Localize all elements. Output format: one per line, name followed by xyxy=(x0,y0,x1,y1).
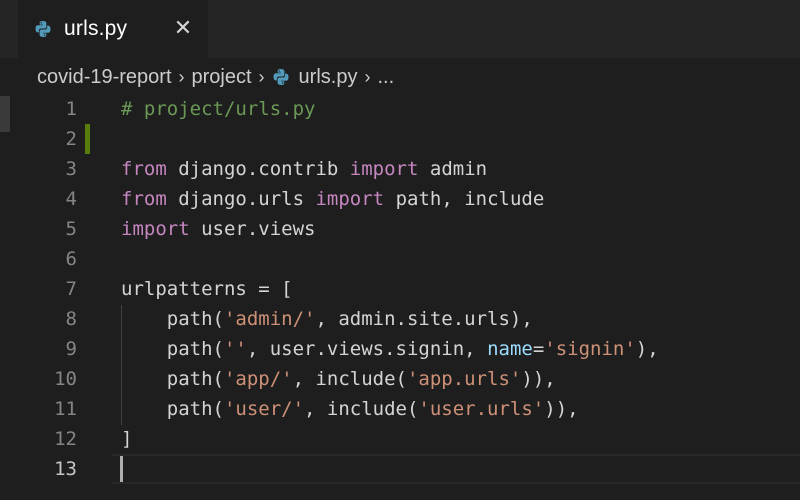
code-token: from xyxy=(121,158,167,180)
breadcrumb-item-folder[interactable]: covid-19-report xyxy=(37,66,172,89)
code-token: ), xyxy=(635,338,659,360)
line-number: 2 xyxy=(65,128,77,150)
code-text: # project/urls.py xyxy=(121,94,315,124)
line-number: 13 xyxy=(54,458,77,480)
code-token: # project/urls.py xyxy=(121,98,316,120)
code-text: ] xyxy=(121,424,132,454)
line-number: 3 xyxy=(65,158,77,180)
line-number: 11 xyxy=(54,398,77,420)
code-token: , user.views.signin, xyxy=(246,338,488,360)
code-token: , include( xyxy=(304,398,419,420)
code-token: , admin.site.urls), xyxy=(315,308,533,330)
code-line[interactable]: 12] xyxy=(0,424,800,454)
tab-title: urls.py xyxy=(64,17,128,40)
code-token: path, include xyxy=(384,188,545,210)
code-text: path('', user.views.signin, name='signin… xyxy=(121,334,659,364)
code-token: )), xyxy=(544,398,579,420)
chevron-right-icon: › xyxy=(258,66,265,87)
code-token: 'app.urls' xyxy=(406,368,522,390)
code-token: name xyxy=(487,338,533,360)
modified-line-marker xyxy=(85,124,90,154)
code-token: path( xyxy=(121,368,224,390)
breadcrumb-file-label: urls.py xyxy=(298,65,358,88)
code-token: '' xyxy=(223,338,247,360)
python-file-icon xyxy=(272,68,290,86)
line-number: 12 xyxy=(54,428,77,450)
code-token: 'admin/' xyxy=(223,308,316,330)
code-text: from django.contrib import admin xyxy=(121,154,487,184)
tab-urls-py[interactable]: urls.py ✕ xyxy=(18,0,208,58)
chevron-right-icon: › xyxy=(364,66,371,87)
breadcrumb: covid-19-report › project › urls.py › ..… xyxy=(0,58,800,96)
code-token: path( xyxy=(121,398,224,420)
line-number: 10 xyxy=(54,368,77,390)
code-line[interactable]: 5 import user.views xyxy=(0,214,800,244)
line-number: 1 xyxy=(65,98,77,120)
code-line[interactable]: 10 path('app/', include('app.urls')), xyxy=(0,364,800,394)
code-token: ] xyxy=(121,428,133,450)
code-token: = xyxy=(532,338,545,360)
line-number: 9 xyxy=(65,338,77,360)
code-text: path('app/', include('app.urls')), xyxy=(121,364,556,394)
code-token: admin xyxy=(418,158,488,180)
code-line[interactable]: 1 # project/urls.py xyxy=(0,94,800,124)
breadcrumb-item-symbols[interactable]: ... xyxy=(377,66,394,89)
code-token: 'signin' xyxy=(544,338,636,360)
code-token: 'user.urls' xyxy=(418,398,545,420)
code-token: django.urls xyxy=(166,188,316,210)
code-line[interactable]: 8 path('admin/', admin.site.urls), xyxy=(0,304,800,334)
code-text: path('user/', include('user.urls')), xyxy=(121,394,579,424)
code-line[interactable]: 3 from django.contrib import admin xyxy=(0,154,800,184)
breadcrumb-item-file[interactable]: urls.py xyxy=(272,65,358,89)
breadcrumb-item-project[interactable]: project xyxy=(192,66,252,89)
code-token: 'app/' xyxy=(223,368,293,390)
line-number: 4 xyxy=(65,188,77,210)
code-token: )), xyxy=(521,368,556,390)
code-token: from xyxy=(121,188,167,210)
line-number: 7 xyxy=(65,278,77,300)
code-token: 'user/' xyxy=(223,398,305,420)
code-token: path( xyxy=(121,308,224,330)
code-token: user.views xyxy=(189,218,316,240)
code-line[interactable]: 4 from django.urls import path, include xyxy=(0,184,800,214)
code-text: urlpatterns = [ xyxy=(121,274,293,304)
code-area[interactable]: 1 # project/urls.py 2 3 from django.contrib … xyxy=(0,95,800,500)
code-token: import xyxy=(121,218,190,240)
code-text: path('admin/', admin.site.urls), xyxy=(121,304,533,334)
code-line[interactable]: 7 urlpatterns = [ xyxy=(0,274,800,304)
code-line[interactable]: 6 xyxy=(0,244,800,274)
line-number: 6 xyxy=(65,248,77,270)
code-token: import xyxy=(349,158,419,180)
close-icon[interactable]: ✕ xyxy=(172,17,194,39)
line-number: 5 xyxy=(65,218,77,240)
code-token: urlpatterns = [ xyxy=(121,278,293,300)
code-text: import user.views xyxy=(121,214,315,244)
python-file-icon xyxy=(34,20,52,38)
code-line[interactable]: 13 xyxy=(0,454,800,484)
tab-bar: urls.py ✕ xyxy=(0,0,800,58)
code-token: path( xyxy=(121,338,224,360)
code-token: import xyxy=(315,188,385,210)
line-number: 8 xyxy=(65,308,77,330)
code-line[interactable]: 11 path('user/', include('user.urls')), xyxy=(0,394,800,424)
chevron-right-icon: › xyxy=(178,66,185,87)
code-token: , include( xyxy=(292,368,407,390)
code-line[interactable]: 9 path('', user.views.signin, name='sign… xyxy=(0,334,800,364)
code-token: django.contrib xyxy=(166,158,350,180)
code-text: from django.urls import path, include xyxy=(121,184,544,214)
code-line[interactable]: 2 xyxy=(0,124,800,154)
code-editor-window: urls.py ✕ covid-19-report › project › ur… xyxy=(0,0,800,500)
